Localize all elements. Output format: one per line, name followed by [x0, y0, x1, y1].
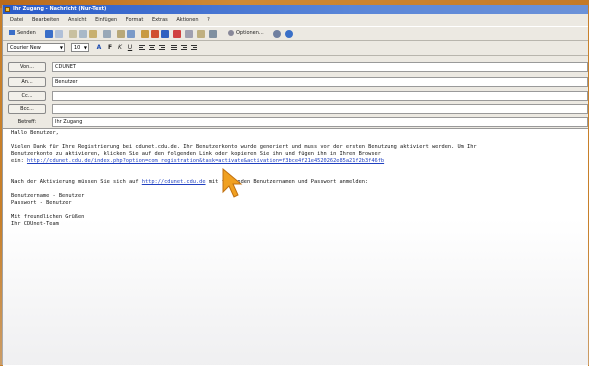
bcc-button[interactable]: Bcc... — [8, 104, 46, 114]
body-line-4-prefix: Nach der Aktivierung müssen Sie sich auf — [11, 179, 142, 185]
send-label: Senden — [17, 30, 36, 36]
body-line-3: ein: http://cdunet.cdu.de/index.php?opti… — [11, 158, 384, 165]
dropdown-icon[interactable] — [273, 30, 281, 38]
login-link[interactable]: http://cdunet.cdu.de — [142, 179, 206, 185]
password-line: Passwort - Benutzer — [11, 200, 72, 206]
cc-row: Cc... — [3, 91, 588, 102]
menu-edit[interactable]: Bearbeiten — [32, 15, 59, 25]
closing-line-2: Ihr CDUnet-Team — [11, 221, 59, 227]
attach-icon[interactable] — [141, 30, 149, 38]
permission-icon[interactable] — [197, 30, 205, 38]
to-field[interactable]: Benutzer — [52, 77, 588, 87]
closing-line-1: Mit freundlichen Grüßen — [11, 214, 85, 220]
font-size-select[interactable]: 10 ▼ — [71, 43, 89, 52]
cc-button[interactable]: Cc... — [8, 91, 46, 101]
body-line-4: Nach der Aktivierung müssen Sie sich auf… — [11, 179, 368, 186]
font-select[interactable]: Courier New ▼ — [7, 43, 65, 52]
options-icon — [228, 29, 234, 36]
cc-field[interactable] — [52, 91, 588, 101]
send-icon — [9, 30, 15, 35]
align-right-icon[interactable] — [158, 43, 166, 52]
italic-icon[interactable]: K — [116, 43, 124, 52]
username-line: Benutzername - Benutzer — [11, 193, 85, 199]
from-field[interactable]: CDUNET — [52, 62, 588, 72]
menu-view[interactable]: Ansicht — [68, 15, 86, 25]
menu-tools[interactable]: Extras — [152, 15, 168, 25]
align-center-icon[interactable] — [148, 43, 156, 52]
bcc-field[interactable] — [52, 104, 588, 114]
align-left-icon[interactable] — [138, 43, 146, 52]
body-line-3-prefix: ein: — [11, 158, 27, 164]
encrypt-icon[interactable] — [209, 30, 217, 38]
window-title: Ihr Zugang - Nachricht (Nur-Text) — [13, 6, 107, 12]
to-button[interactable]: An... — [8, 77, 46, 87]
bullets-icon[interactable] — [170, 43, 178, 52]
subject-label: Betreff: — [17, 119, 37, 125]
mouse-pointer-icon — [222, 168, 243, 198]
cut-icon[interactable] — [69, 30, 77, 38]
help-icon[interactable] — [285, 30, 293, 38]
title-bar: Ihr Zugang - Nachricht (Nur-Text) — [3, 5, 588, 14]
subject-row: Betreff: Ihr Zugang — [3, 117, 588, 128]
body-line-2: Benutzerkonto zu aktivieren, klicken Sie… — [11, 151, 381, 157]
menu-bar: Datei Bearbeiten Ansicht Einfügen Format… — [3, 15, 588, 25]
subject-field[interactable]: Ihr Zugang — [52, 117, 588, 127]
bcc-row: Bcc... — [3, 104, 588, 115]
copy-icon[interactable] — [79, 30, 87, 38]
font-color-icon[interactable]: A — [95, 43, 103, 52]
greeting-line: Hallo Benutzer, — [11, 130, 59, 136]
message-window: Ihr Zugang - Nachricht (Nur-Text) Datei … — [2, 5, 588, 366]
menu-insert[interactable]: Einfügen — [95, 15, 117, 25]
activation-link[interactable]: http://cdunet.cdu.de/index.php?option=co… — [27, 158, 384, 164]
save-icon[interactable] — [45, 30, 53, 38]
increase-indent-icon[interactable] — [190, 43, 198, 52]
menu-help[interactable]: ? — [207, 15, 210, 25]
decrease-indent-icon[interactable] — [180, 43, 188, 52]
chevron-down-icon: ▼ — [83, 45, 87, 50]
chevron-down-icon: ▼ — [59, 45, 63, 50]
envelope-icon — [5, 7, 10, 12]
send-button[interactable]: Senden — [9, 29, 36, 38]
from-row: Von... CDUNET — [3, 62, 588, 73]
importance-low-icon[interactable] — [161, 30, 169, 38]
font-select-value: Courier New — [10, 45, 41, 51]
paste-icon[interactable] — [89, 30, 97, 38]
body-line-1: Vielen Dank für Ihre Registrierung bei c… — [11, 144, 477, 150]
formatting-toolbar: Courier New ▼ 10 ▼ A F K U — [3, 41, 588, 56]
bold-icon[interactable]: F — [106, 43, 114, 52]
from-button[interactable]: Von... — [8, 62, 46, 72]
check-names-icon[interactable] — [127, 30, 135, 38]
menu-format[interactable]: Format — [126, 15, 144, 25]
print-icon[interactable] — [55, 30, 63, 38]
menu-file[interactable]: Datei — [10, 15, 23, 25]
flag-icon[interactable] — [173, 30, 181, 38]
signature-icon[interactable] — [185, 30, 193, 38]
address-book-icon[interactable] — [117, 30, 125, 38]
message-body[interactable]: Hallo Benutzer, Vielen Dank für Ihre Reg… — [3, 128, 588, 366]
options-label: Optionen... — [236, 30, 264, 36]
menu-actions[interactable]: Aktionen — [176, 15, 198, 25]
importance-high-icon[interactable] — [151, 30, 159, 38]
standard-toolbar: Senden Optionen... — [3, 26, 588, 41]
to-row: An... Benutzer — [3, 77, 588, 88]
undo-icon[interactable] — [103, 30, 111, 38]
options-button[interactable]: Optionen... — [228, 29, 264, 38]
font-size-value: 10 — [74, 45, 81, 51]
underline-icon[interactable]: U — [126, 43, 134, 52]
